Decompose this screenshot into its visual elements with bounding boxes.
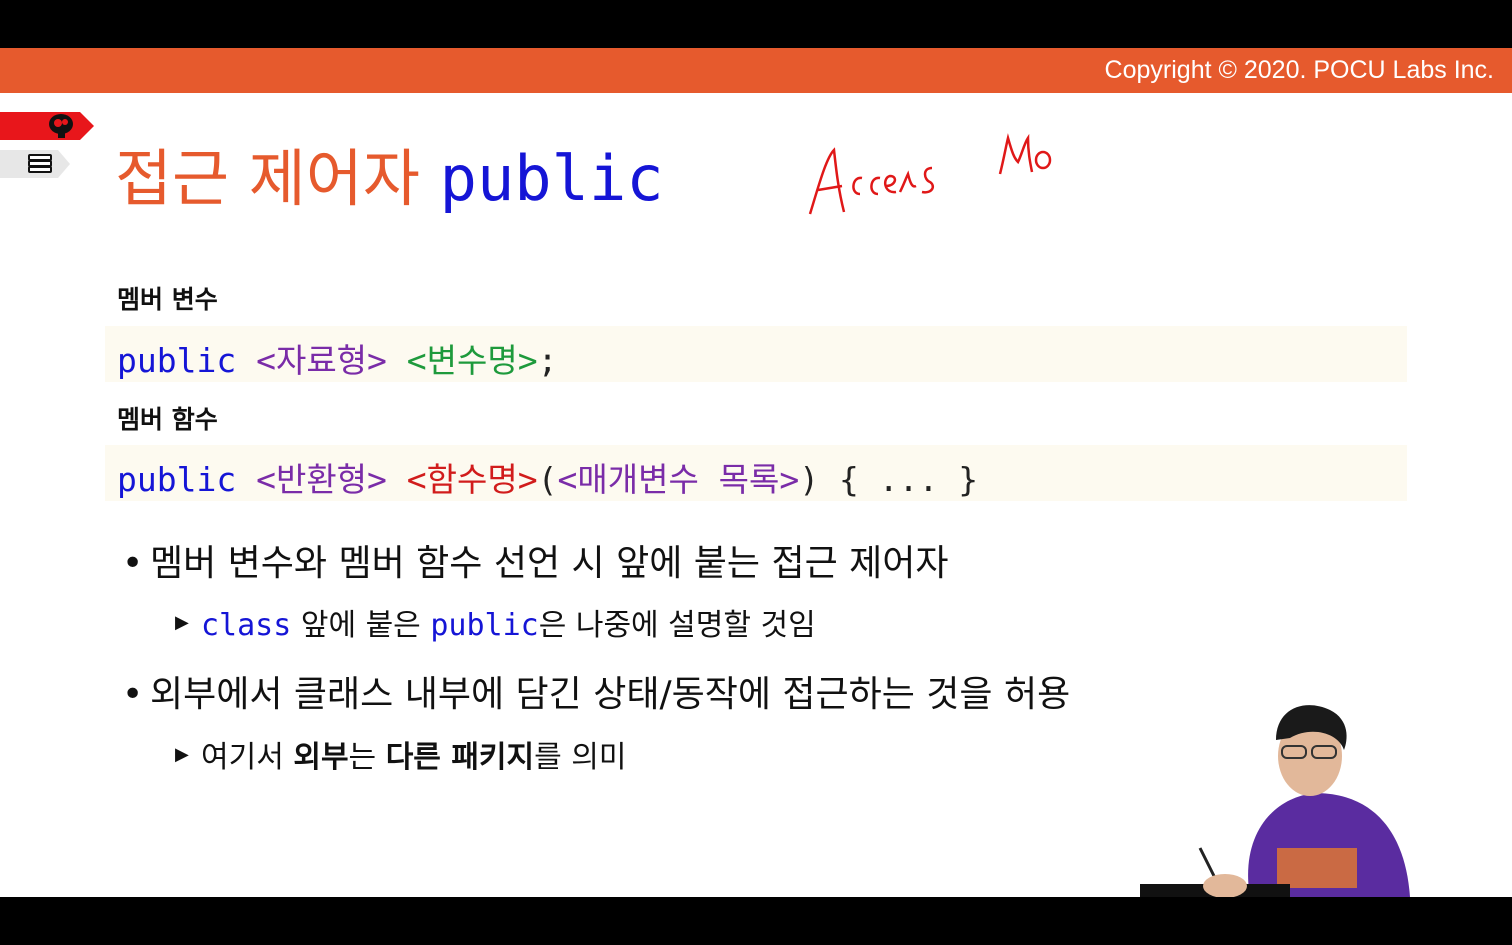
- slide-title: 접근 제어자 public: [115, 128, 664, 218]
- copyright-text: Copyright © 2020. POCU Labs Inc.: [1104, 56, 1494, 84]
- bold-text: 다른 패키지: [385, 740, 535, 775]
- brain-icon: [49, 114, 73, 138]
- slide: Copyright © 2020. POCU Labs Inc. 접근 제어자 …: [0, 48, 1512, 897]
- bullet-dot-icon: •: [122, 674, 144, 715]
- handwritten-annotation: [800, 128, 1070, 232]
- code-function-name: <함수명>: [406, 460, 538, 499]
- member-variable-code: public <자료형> <변수명>;: [105, 326, 1407, 382]
- sub-bullet-item: ▶ class 앞에 붙은 public은 나중에 설명할 것임: [175, 600, 816, 644]
- code-open-paren: (: [537, 460, 558, 499]
- video-letterbox-top: [0, 0, 1512, 48]
- books-icon: [28, 154, 52, 173]
- code-return-type: <반환형>: [256, 460, 387, 499]
- inline-code: public: [430, 608, 539, 643]
- sub-text: 은 나중에 설명할 것임: [538, 608, 816, 643]
- member-variable-label: 멤버 변수: [117, 285, 218, 314]
- code-keyword: public: [117, 341, 237, 380]
- bullet-item: • 외부에서 클래스 내부에 담긴 상태/동작에 접근하는 것을 허용: [122, 665, 1070, 717]
- bold-text: 외부: [293, 740, 349, 775]
- bullet-text: 외부에서 클래스 내부에 담긴 상태/동작에 접근하는 것을 허용: [150, 674, 1071, 715]
- code-type: <자료형>: [256, 341, 387, 380]
- sub-text: 를 의미: [534, 740, 627, 775]
- code-params: <매개변수 목록>: [557, 460, 800, 499]
- video-letterbox-bottom: [0, 897, 1512, 945]
- member-function-label: 멤버 함수: [117, 405, 218, 434]
- code-keyword: public: [117, 460, 237, 499]
- sub-text: 여기서: [201, 740, 294, 775]
- brain-tag: [0, 112, 94, 140]
- sub-text: 앞에 붙은: [291, 608, 431, 643]
- books-tag: [0, 150, 70, 178]
- bullet-dot-icon: •: [122, 543, 144, 584]
- bullet-item: • 멤버 변수와 멤버 함수 선언 시 앞에 붙는 접근 제어자: [122, 534, 949, 586]
- code-semicolon: ;: [537, 341, 558, 380]
- code-rest: ) { ... }: [799, 460, 979, 499]
- bullet-text: 멤버 변수와 멤버 함수 선언 시 앞에 붙는 접근 제어자: [150, 543, 949, 584]
- title-code: public: [439, 142, 664, 215]
- sub-bullet-item: ▶ 여기서 외부는 다른 패키지를 의미: [175, 732, 626, 776]
- code-variable-name: <변수명>: [406, 341, 538, 380]
- triangle-right-icon: ▶: [175, 744, 189, 765]
- presenter-webcam: [1140, 688, 1440, 897]
- triangle-right-icon: ▶: [175, 612, 189, 633]
- sub-text: 는: [348, 740, 386, 775]
- inline-code: class: [201, 608, 292, 643]
- title-korean: 접근 제어자: [115, 142, 420, 215]
- header-bar: Copyright © 2020. POCU Labs Inc.: [0, 48, 1512, 93]
- member-function-code: public <반환형> <함수명>(<매개변수 목록>) { ... }: [105, 445, 1407, 501]
